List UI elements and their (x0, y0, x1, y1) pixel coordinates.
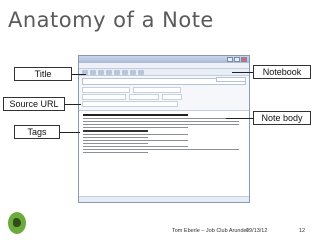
meta-row-tags (82, 101, 246, 107)
note-line (83, 137, 148, 138)
callout-arrow (226, 118, 253, 119)
callout-arrow (60, 132, 80, 133)
tags-field (82, 101, 178, 107)
callout-note-body: Note body (253, 111, 311, 125)
meta-row-dates (82, 87, 246, 93)
note-body (79, 111, 249, 202)
callout-arrow (232, 72, 253, 73)
toolbar-icon (138, 70, 144, 75)
created-date-field (82, 87, 130, 93)
note-line (83, 130, 148, 132)
evernote-screenshot (78, 55, 250, 203)
toolbar-icon (106, 70, 112, 75)
toolbar-icon (122, 70, 128, 75)
footer-page-number: 12 (299, 228, 306, 234)
meta-row-source (82, 94, 246, 100)
maximize-icon (234, 57, 240, 62)
note-line (83, 140, 189, 141)
note-line (83, 146, 189, 147)
close-icon (241, 57, 247, 62)
location-field (162, 94, 182, 100)
callout-title: Title (14, 67, 72, 81)
footer-date: 09/13/12 (246, 228, 268, 234)
note-line (83, 124, 239, 125)
minimize-icon (227, 57, 233, 62)
toolbar-icon (114, 70, 120, 75)
note-line (83, 121, 239, 122)
note-line (83, 143, 148, 144)
note-line (83, 118, 239, 119)
toolbar-icon (98, 70, 104, 75)
callout-arrow (65, 104, 81, 105)
footer-author: Tom Eberle – Job Club Arundel (172, 228, 248, 234)
slide: Anatomy of a Note Title Source URL Tags … (0, 0, 320, 240)
note-line (83, 149, 239, 150)
toolbar-icon (90, 70, 96, 75)
slide-title: Anatomy of a Note (8, 8, 214, 32)
status-bar (79, 196, 249, 202)
author-field (129, 94, 159, 100)
evernote-elephant-icon (8, 212, 26, 234)
callout-tags: Tags (14, 125, 60, 139)
window-controls (227, 56, 249, 63)
note-line (83, 127, 189, 128)
callout-arrow (72, 74, 86, 75)
callout-notebook: Notebook (253, 65, 311, 79)
note-line (83, 152, 148, 153)
note-line (83, 114, 189, 116)
window-titlebar (79, 56, 249, 63)
source-url-field (82, 94, 126, 100)
callout-source-url: Source URL (3, 97, 65, 111)
toolbar-icon (130, 70, 136, 75)
note-metadata (79, 76, 249, 111)
toolbar (79, 69, 249, 76)
notebook-selector (216, 77, 246, 82)
updated-date-field (133, 87, 181, 93)
note-line (83, 134, 189, 135)
